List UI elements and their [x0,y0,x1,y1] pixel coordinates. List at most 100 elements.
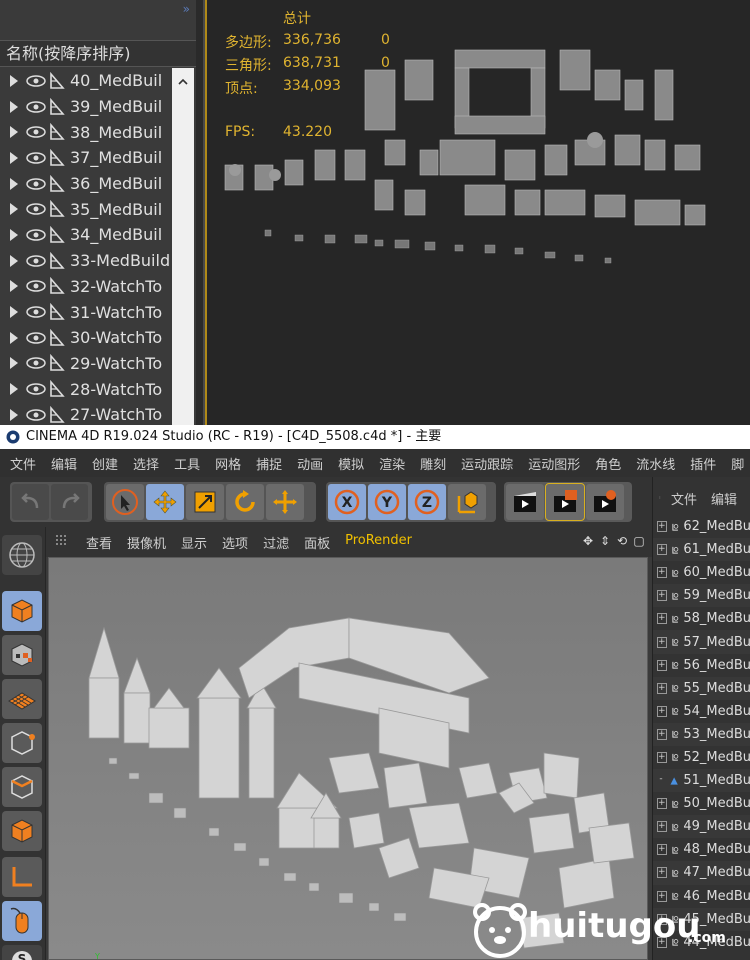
right-list-row[interactable]: +54_MedBu [653,700,750,723]
expand-triangle-icon[interactable] [10,151,18,164]
menu-item[interactable]: 角色 [595,454,621,473]
menu-item[interactable]: 编辑 [51,454,77,473]
eye-icon[interactable] [26,331,46,344]
object-list-row[interactable]: 38_MedBuil [0,119,172,145]
object-list-row[interactable]: 33-MedBuild [0,248,172,274]
scroll-up-icon[interactable] [177,76,189,88]
points-mode-button[interactable] [2,723,42,763]
expand-plus-icon[interactable]: + [657,751,667,763]
expand-triangle-icon[interactable] [10,280,18,293]
rotate-view-icon[interactable]: ⟲ [615,534,629,548]
expand-plus-icon[interactable]: + [657,613,667,625]
eye-icon[interactable] [26,75,46,87]
eye-icon[interactable] [26,409,46,421]
right-list-row[interactable]: +55_MedBu [653,676,750,700]
coordinate-system-button[interactable] [448,484,486,520]
expand-triangle-icon[interactable] [10,306,18,319]
eye-icon[interactable] [26,152,46,164]
expand-triangle-icon[interactable] [10,203,18,216]
right-list-row[interactable]: +59_MedBu [653,584,750,608]
object-list-row[interactable]: 36_MedBuil [0,171,172,197]
viewport-menu-item[interactable]: ProRender [345,533,412,552]
menu-item[interactable]: 文件 [10,454,36,473]
grip-icon[interactable] [659,491,661,505]
grip-icon[interactable] [56,535,72,549]
menu-item[interactable]: 工具 [174,454,200,473]
viewport-menu-item[interactable]: 选项 [222,533,248,552]
toggle-view-icon[interactable]: ▢ [632,534,646,548]
object-list-row[interactable]: 37_MedBuil [0,145,172,171]
snap-button[interactable]: S [2,945,42,960]
object-list-row[interactable]: 32-WatchTo [0,274,172,300]
right-list-row[interactable]: +60_MedBu [653,561,750,584]
expand-triangle-icon[interactable] [10,74,18,87]
zoom-view-icon[interactable]: ⇕ [598,534,612,548]
right-list-row[interactable]: - 51_MedBu [653,769,750,793]
right-list-row[interactable]: +48_MedBu [653,838,750,861]
eye-icon[interactable] [26,203,46,216]
expand-triangle-icon[interactable] [10,228,18,241]
viewport-menu-item[interactable]: 摄像机 [127,533,166,552]
right-list-row[interactable]: +52_MedBu [653,746,750,769]
viewport-menu-item[interactable]: 过滤 [263,533,289,552]
expand-triangle-icon[interactable] [10,126,18,139]
eye-icon[interactable] [26,254,46,267]
expand-triangle-icon[interactable] [10,383,18,396]
menu-item[interactable]: 动画 [297,454,323,473]
object-list-row[interactable]: 35_MedBuil [0,196,172,222]
object-list-row[interactable]: 31-WatchTo [0,299,172,325]
menu-item[interactable]: 捕捉 [256,454,282,473]
make-editable-button[interactable] [2,535,42,575]
top-viewport[interactable]: 总计 多边形: 336,736 0 三角形: 638,731 0 顶点: 334… [203,0,750,425]
render-view-button[interactable] [506,484,544,520]
expand-plus-icon[interactable]: + [657,705,667,717]
render-settings-button[interactable] [586,484,624,520]
move-tool-button[interactable] [146,484,184,520]
select-tool-button[interactable] [106,484,144,520]
axis-z-button[interactable]: Z [408,484,446,520]
menu-item[interactable]: 脚 [731,454,744,473]
object-list-row[interactable]: 34_MedBuil [0,222,172,248]
menu-item[interactable]: 选择 [133,454,159,473]
expand-plus-icon[interactable]: + [657,636,667,648]
menu-file[interactable]: 文件 [671,489,697,508]
object-list-row[interactable]: 39_MedBuil [0,94,172,120]
axis-x-button[interactable]: X [328,484,366,520]
right-list-row[interactable]: +56_MedBu [653,654,750,677]
eye-icon[interactable] [26,383,46,395]
cross-move-tool-button[interactable] [266,484,304,520]
object-list-row[interactable]: 40_MedBuil [0,68,172,94]
model-mode-button[interactable] [2,591,42,631]
object-list-scrollbar[interactable] [172,68,194,425]
axis-y-button[interactable]: Y [368,484,406,520]
expand-plus-icon[interactable]: + [657,659,667,671]
object-list-row[interactable]: 27-WatchTo [0,402,172,425]
right-list-row[interactable]: +58_MedBu [653,607,750,630]
menu-item[interactable]: 流水线 [636,454,675,473]
workplane-mode-button[interactable] [2,679,42,719]
expand-plus-icon[interactable]: + [657,798,667,810]
right-list-row[interactable]: +62_MedBu [653,515,750,538]
eye-icon[interactable] [26,100,46,113]
render-picture-viewer-button[interactable] [545,483,585,521]
right-list-row[interactable]: +53_MedBu [653,722,750,746]
menu-item[interactable]: 创建 [92,454,118,473]
scale-tool-button[interactable] [186,484,224,520]
undo-button[interactable] [12,484,49,520]
right-list-row[interactable]: +61_MedBu [653,538,750,562]
eye-icon[interactable] [26,229,46,241]
expand-plus-icon[interactable]: + [657,728,667,740]
tweak-mode-button[interactable] [2,901,42,941]
menu-item[interactable]: 网格 [215,454,241,473]
texture-mode-button[interactable] [2,635,42,675]
expand-plus-icon[interactable]: + [657,590,667,602]
menu-item[interactable]: 模拟 [338,454,364,473]
expand-triangle-icon[interactable] [10,254,18,267]
expand-plus-icon[interactable]: + [657,521,667,533]
menu-item[interactable]: 运动图形 [528,454,580,473]
axis-mode-button[interactable] [2,857,42,897]
right-list-row[interactable]: +50_MedBu [653,792,750,815]
eye-icon[interactable] [26,177,46,190]
redo-button[interactable] [51,484,88,520]
expand-plus-icon[interactable]: + [657,567,667,579]
